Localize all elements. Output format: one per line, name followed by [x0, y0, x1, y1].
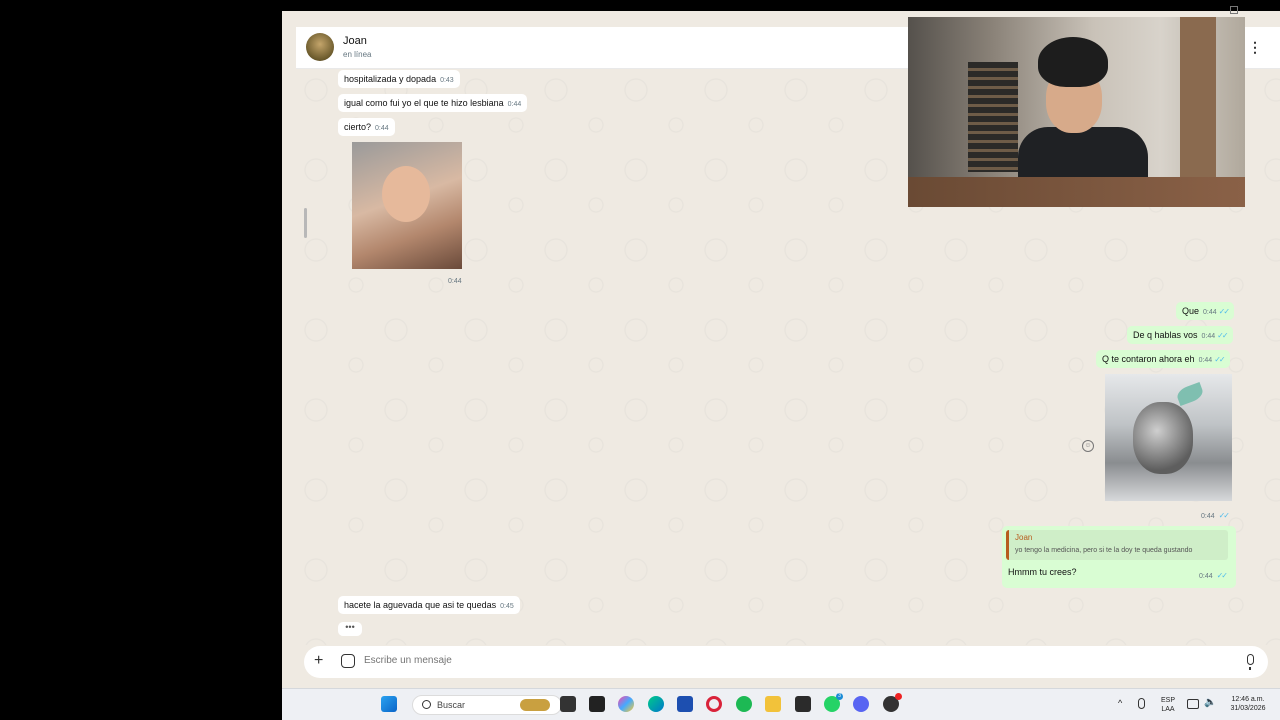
quoted-message[interactable]: Joan yo tengo la medicina, pero si te la…: [1006, 530, 1228, 560]
message-text: igual como fui yo el que te hizo lesbian…: [344, 98, 504, 108]
maximize-icon[interactable]: [1230, 6, 1238, 14]
left-scroll-marker: [304, 208, 307, 238]
search-highlight-icon[interactable]: [520, 699, 550, 711]
read-ticks-icon: ✓✓: [1218, 511, 1230, 520]
edge-icon[interactable]: [648, 696, 664, 712]
tray-chevron-icon[interactable]: ^: [1118, 699, 1122, 708]
mic-icon[interactable]: [1247, 654, 1254, 670]
contact-status: en línea: [343, 50, 372, 59]
message-text: hacete la aguevada que asi te quedas: [344, 600, 497, 610]
quoted-text: yo tengo la medicina, pero si te la doy …: [1015, 547, 1193, 554]
task-view-icon[interactable]: [560, 696, 576, 712]
message-text: hospitalizada y dopada: [344, 74, 437, 84]
obs-icon[interactable]: [883, 693, 902, 712]
photo-time-text: 0:44: [1201, 513, 1215, 520]
incoming-photo[interactable]: [352, 142, 462, 269]
opera-icon[interactable]: [706, 696, 722, 712]
photo-subject: [1133, 402, 1193, 474]
message-text: cierto?: [344, 122, 372, 132]
message-time: 0:44: [507, 101, 522, 108]
message-time: 0:44: [375, 125, 389, 132]
mic-tray-icon[interactable]: [1138, 698, 1145, 709]
spotify-icon[interactable]: [736, 696, 752, 712]
webcam-bookshelf: [968, 62, 1018, 172]
message-input[interactable]: [364, 655, 1224, 666]
clock-time: 12:46 a.m.: [1231, 696, 1265, 703]
webcam-desk: [908, 177, 1245, 207]
read-ticks-icon: ✓✓: [1217, 331, 1228, 340]
emoji-icon[interactable]: ☺: [1082, 440, 1094, 452]
file-explorer-icon[interactable]: [765, 696, 781, 712]
photo-time: 0:44: [448, 278, 462, 285]
clock[interactable]: 12:46 a.m. 31/03/2026: [1222, 695, 1274, 713]
notification-badge: 3: [836, 693, 843, 700]
menu-icon[interactable]: ⋮: [1248, 40, 1262, 54]
webcam-overlay: [908, 17, 1245, 207]
clock-date: 31/03/2026: [1230, 705, 1266, 712]
read-ticks-icon: ✓✓: [1216, 571, 1228, 580]
reply-message[interactable]: Joan yo tengo la medicina, pero si te la…: [1002, 526, 1236, 588]
read-ticks-icon: ✓✓: [1218, 307, 1230, 316]
plus-icon[interactable]: +: [314, 652, 323, 670]
typing-indicator: •••: [338, 622, 362, 636]
message-time: 0:45: [500, 603, 514, 610]
store-icon[interactable]: [677, 696, 693, 712]
webcam-person-hair: [1038, 37, 1108, 87]
message-outgoing[interactable]: Q te contaron ahora eh 0:44 ✓✓: [1096, 350, 1230, 368]
reply-time: 0:44: [1199, 573, 1213, 580]
photo-subject: [382, 166, 430, 222]
avatar[interactable]: [306, 33, 334, 61]
message-outgoing[interactable]: De q hablas vos 0:44 ✓✓: [1127, 326, 1233, 344]
language-indicator[interactable]: ESP LAA: [1158, 696, 1178, 714]
photo-leaf: [1175, 382, 1205, 406]
outgoing-photo[interactable]: [1105, 374, 1232, 501]
message-text: De q hablas vos: [1133, 330, 1198, 340]
message-text: Q te contaron ahora eh: [1102, 354, 1195, 364]
lang-bottom: LAA: [1161, 706, 1175, 713]
message-composer: +: [304, 646, 1268, 678]
search-icon: [422, 700, 431, 709]
message-incoming[interactable]: hospitalizada y dopada 0:43: [338, 70, 460, 88]
lang-top: ESP: [1160, 697, 1175, 704]
message-incoming[interactable]: hacete la aguevada que asi te quedas 0:45: [338, 596, 520, 614]
epic-games-icon[interactable]: [795, 696, 811, 712]
contact-name[interactable]: Joan: [343, 35, 367, 47]
taskbar: Buscar 3 ^ ESP LAA 🔈 12:46 a.m. 31/03/20…: [282, 688, 1280, 720]
sticker-icon[interactable]: [341, 654, 355, 668]
volume-icon[interactable]: 🔈: [1204, 698, 1216, 708]
whatsapp-icon[interactable]: 3: [824, 693, 843, 712]
message-text: Que: [1182, 306, 1200, 316]
message-time: 0:44: [1198, 357, 1213, 364]
photo-time: 0:44 ✓✓: [1201, 511, 1230, 520]
window-titlebar: [282, 0, 1280, 14]
message-outgoing[interactable]: Que 0:44 ✓✓: [1176, 302, 1235, 320]
message-time: 0:44: [1203, 309, 1217, 316]
message-time: 0:44 ✓✓: [1199, 571, 1228, 580]
message-text: Hmmm tu crees?: [1008, 567, 1077, 577]
message-incoming[interactable]: cierto? 0:44: [338, 118, 395, 136]
windows-start-icon[interactable]: [381, 696, 397, 712]
record-badge: [895, 693, 902, 700]
search-label: Buscar: [437, 700, 466, 710]
message-time: 0:43: [440, 77, 454, 84]
capcut-icon[interactable]: [589, 696, 605, 712]
network-icon[interactable]: [1187, 699, 1199, 709]
message-incoming[interactable]: igual como fui yo el que te hizo lesbian…: [338, 94, 528, 112]
discord-icon[interactable]: [853, 696, 869, 712]
quoted-author: Joan: [1015, 533, 1033, 542]
message-time: 0:44: [1201, 333, 1216, 340]
copilot-icon[interactable]: [618, 696, 634, 712]
read-ticks-icon: ✓✓: [1214, 355, 1225, 364]
